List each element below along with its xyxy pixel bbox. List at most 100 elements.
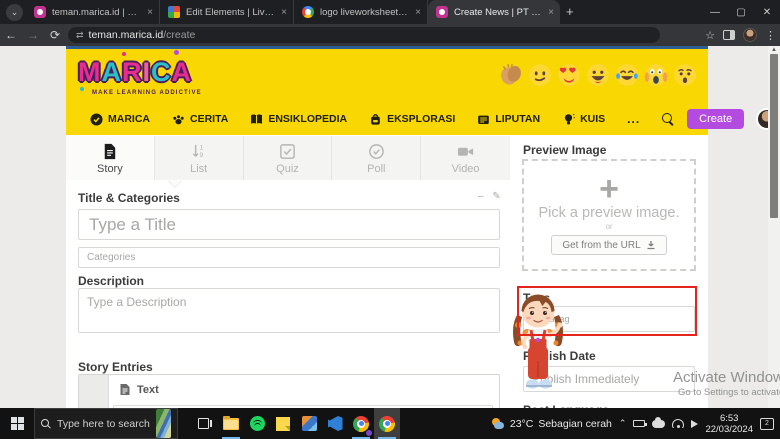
scream-emoji[interactable]	[643, 62, 669, 88]
text-entry-icon	[119, 383, 131, 396]
browser-tab-2[interactable]: Edit Elements | Live Worksheets ×	[160, 0, 294, 24]
taskbar-app-vscode[interactable]	[322, 408, 348, 439]
browser-toolbar: ← → ⟳ ⇄ teman.marica.id /create ☆ ⋮	[0, 24, 780, 46]
smirk-emoji[interactable]	[527, 62, 553, 88]
nav-label: LIPUTAN	[495, 113, 540, 125]
side-panel-icon[interactable]	[723, 30, 735, 40]
site-settings-icon[interactable]: ⇄	[76, 30, 83, 41]
taskbar-app-file-explorer[interactable]	[218, 408, 244, 439]
active-tab-notch	[168, 180, 182, 187]
page-scrollbar-thumb[interactable]	[770, 54, 778, 218]
check-circle-icon	[367, 142, 386, 161]
vscode-icon	[328, 416, 343, 431]
nav-item-kuis[interactable]: KUIS	[562, 113, 605, 126]
new-tab-button[interactable]: +	[566, 4, 574, 19]
nav-label: ENSIKLOPEDIA	[268, 113, 347, 125]
address-bar[interactable]: ⇄ teman.marica.id /create	[68, 27, 660, 43]
tab-close-icon[interactable]: ×	[415, 7, 421, 18]
taskbar-app-sticky-notes[interactable]	[270, 408, 296, 439]
search-icon[interactable]	[662, 113, 675, 126]
taskbar-app-chrome-profile[interactable]	[348, 408, 374, 439]
section-collapse-edit-icons[interactable]: – ✎	[478, 191, 504, 202]
taskbar-app-chrome-active[interactable]	[374, 408, 400, 439]
tab-poll[interactable]: Poll	[332, 136, 421, 180]
tab-search-button[interactable]: ⌄	[6, 4, 23, 21]
logo-confetti	[122, 52, 126, 56]
site-content-column: MARICA MAKE LEARNING ADDICTIVE MARICA	[66, 46, 708, 408]
scrollbar-up-arrow[interactable]: ▲	[771, 47, 777, 53]
window-close-button[interactable]: ✕	[754, 0, 780, 24]
onedrive-icon[interactable]	[652, 420, 665, 428]
nav-item-ensiklopedia[interactable]: ENSIKLOPEDIA	[250, 113, 347, 126]
notification-count: 2	[765, 420, 769, 427]
weather-desc: Sebagian cerah	[538, 418, 612, 430]
action-center-icon[interactable]: 2	[760, 418, 774, 430]
story-file-icon	[100, 142, 119, 161]
browser-profile-avatar[interactable]	[743, 28, 757, 42]
start-button[interactable]	[0, 408, 34, 439]
windows-taskbar: Type here to search 23°C Sebagian cerah …	[0, 408, 780, 439]
spotify-icon	[250, 416, 265, 431]
preview-image-dropzone[interactable]: + Pick a preview image. or Get from the …	[522, 159, 696, 271]
description-label: Description	[78, 274, 144, 288]
or-text: or	[605, 222, 612, 231]
browser-menu-icon[interactable]: ⋮	[765, 29, 776, 42]
tab-close-icon[interactable]: ×	[147, 7, 153, 18]
weather-widget[interactable]: 23°C Sebagian cerah	[491, 418, 612, 430]
tab-title: logo liveworksheets - Google S	[320, 7, 409, 18]
get-from-url-button[interactable]: Get from the URL	[551, 235, 666, 255]
browser-tab-active[interactable]: Create News | PT Sebangku ×	[428, 0, 560, 24]
mascot-girl-illustration	[504, 283, 572, 395]
taskbar-app-photos[interactable]	[296, 408, 322, 439]
volume-icon[interactable]	[691, 420, 698, 428]
grin-emoji[interactable]	[585, 62, 611, 88]
taskbar-search-box[interactable]: Type here to search	[34, 408, 178, 439]
tab-close-icon[interactable]: ×	[548, 7, 554, 18]
wifi-icon[interactable]	[672, 419, 684, 428]
tab-video[interactable]: Video	[421, 136, 510, 180]
categories-input[interactable]	[78, 247, 500, 268]
clap-emoji[interactable]	[498, 62, 524, 88]
laugh-cry-emoji[interactable]	[614, 62, 640, 88]
nav-item-liputan[interactable]: LIPUTAN	[477, 113, 540, 126]
page-viewport: MARICA MAKE LEARNING ADDICTIVE MARICA	[0, 46, 780, 408]
search-icon	[41, 419, 51, 429]
entry-drag-handle[interactable]	[79, 375, 109, 408]
tab-label: Quiz	[276, 163, 299, 175]
task-view-button[interactable]	[188, 418, 218, 429]
taskbar-clock[interactable]: 6:53 22/03/2024	[705, 413, 753, 435]
window-minimize-button[interactable]: —	[702, 0, 728, 24]
nav-item-marica[interactable]: MARICA	[90, 113, 150, 126]
nav-item-eksplorasi[interactable]: EKSPLORASI	[369, 113, 455, 126]
battery-icon[interactable]	[633, 420, 645, 427]
bookmark-star-icon[interactable]: ☆	[705, 29, 715, 42]
browser-tab-3[interactable]: logo liveworksheets - Google S ×	[294, 0, 428, 24]
marica-logo[interactable]: MARICA MAKE LEARNING ADDICTIVE	[78, 57, 202, 96]
svg-text:1: 1	[200, 144, 204, 151]
tab-quiz[interactable]: Quiz	[244, 136, 333, 180]
anguished-emoji[interactable]	[672, 62, 698, 88]
nav-item-cerita[interactable]: CERITA	[172, 113, 228, 126]
reload-button[interactable]: ⟳	[44, 28, 66, 42]
browser-tab-1[interactable]: teman.marica.id | 502: Bad gat ×	[26, 0, 160, 24]
svg-text:9: 9	[200, 152, 204, 159]
tab-close-icon[interactable]: ×	[281, 7, 287, 18]
search-highlight-image[interactable]	[156, 409, 171, 438]
tab-label: Poll	[367, 163, 385, 175]
create-button[interactable]: Create	[687, 109, 744, 129]
forward-button[interactable]: →	[22, 28, 44, 42]
tray-chevron-icon[interactable]: ⌃	[619, 418, 627, 429]
nav-more-button[interactable]: ...	[627, 112, 640, 126]
heart-eyes-emoji[interactable]	[556, 62, 582, 88]
taskbar-app-spotify[interactable]	[244, 408, 270, 439]
back-button[interactable]: ←	[0, 28, 22, 42]
chrome-icon	[379, 416, 395, 432]
window-maximize-button[interactable]: ▢	[728, 0, 754, 24]
nav-label: MARICA	[108, 113, 150, 125]
entry-type-row[interactable]: Text	[119, 383, 159, 396]
description-textarea[interactable]	[78, 288, 500, 333]
tab-list[interactable]: 19 List	[155, 136, 244, 180]
tab-story[interactable]: Story	[66, 136, 155, 180]
title-input[interactable]	[78, 209, 500, 240]
book-icon	[250, 113, 263, 126]
